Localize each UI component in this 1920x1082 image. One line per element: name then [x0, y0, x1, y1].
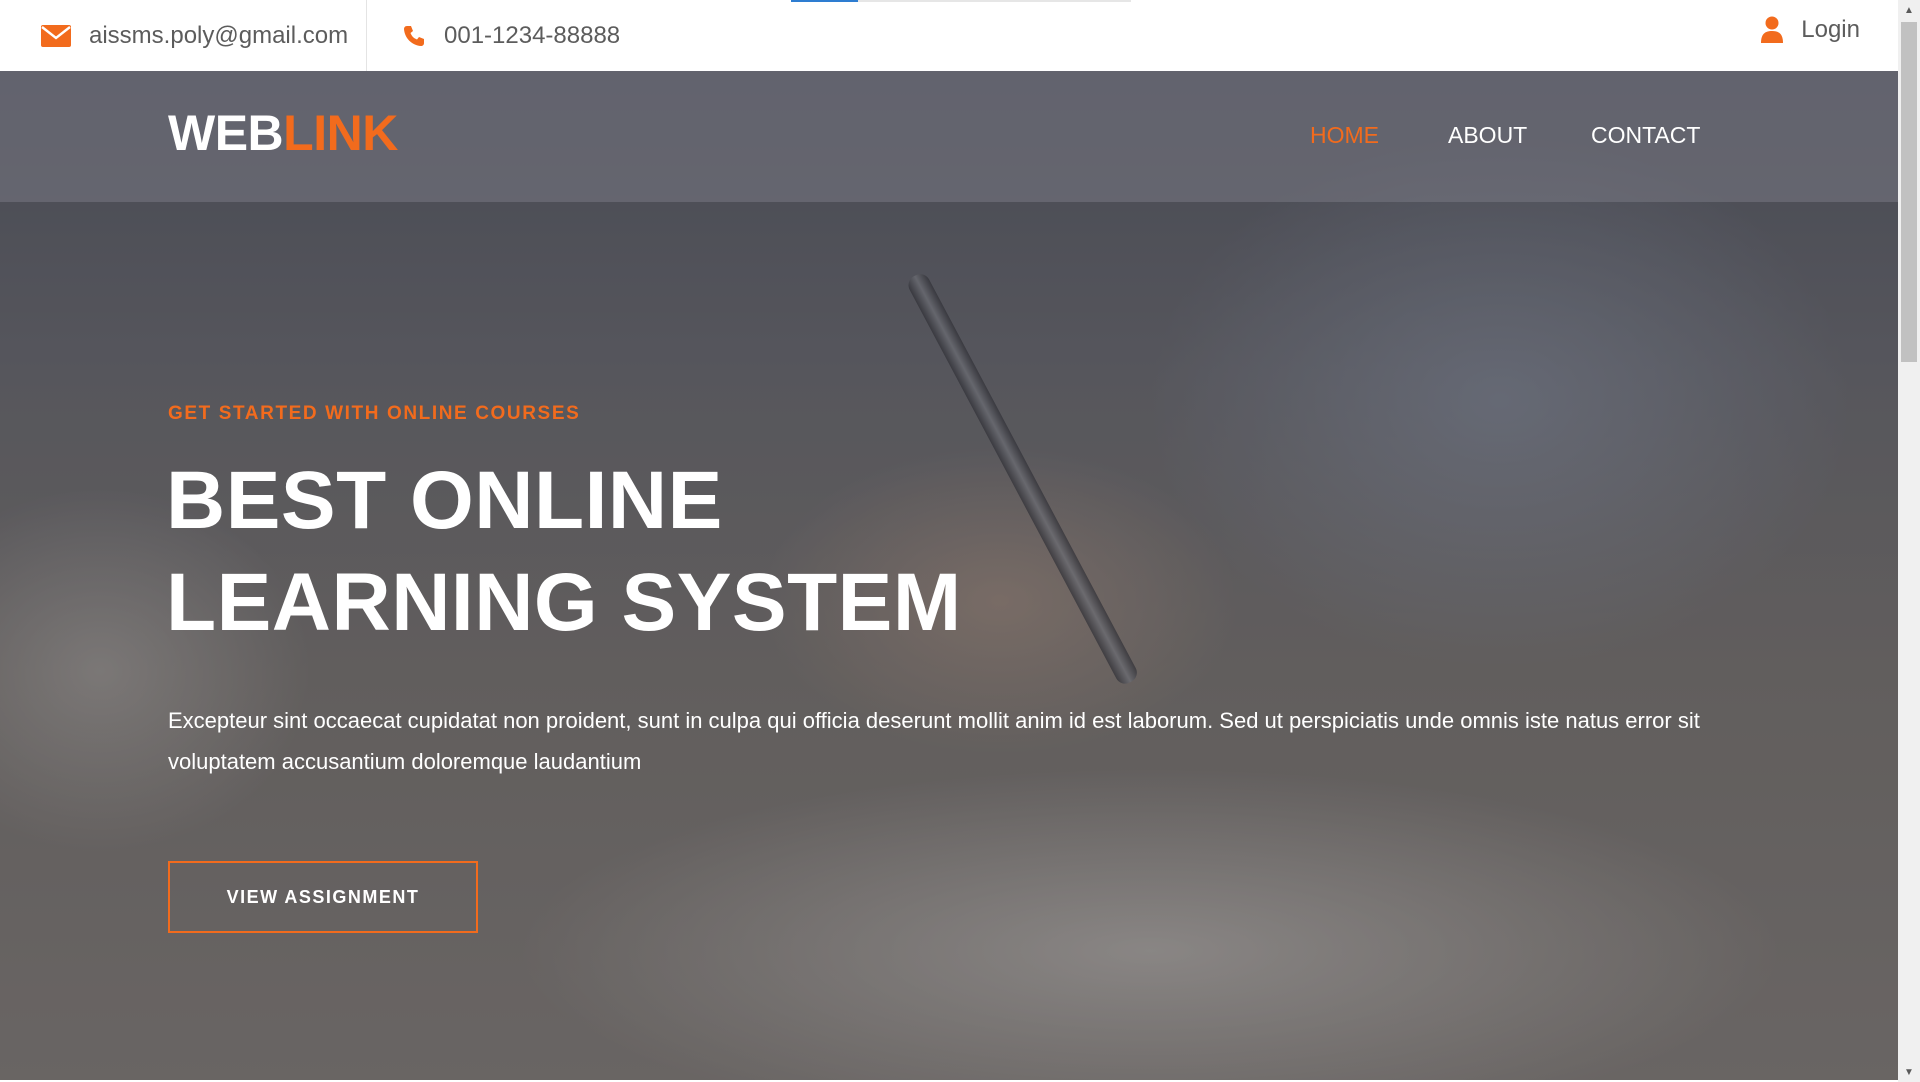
contact-phone[interactable]: 001-1234-88888: [402, 0, 620, 71]
scrollbar-thumb[interactable]: [1901, 22, 1917, 362]
scroll-down-arrow-icon[interactable]: ▼: [1898, 1062, 1920, 1082]
hero-description: Excepteur sint occaecat cupidatat non pr…: [168, 708, 1700, 774]
login-link[interactable]: Login: [1761, 0, 1860, 65]
contact-email-text[interactable]: aissms.poly@gmail.com: [89, 22, 348, 50]
hero-headline-line-2: LEARNING SYSTEM: [166, 557, 962, 648]
nav-home-link[interactable]: HOME: [1310, 122, 1379, 149]
page-load-progress-fill: [791, 0, 858, 2]
nav-about-link[interactable]: ABOUT: [1448, 122, 1527, 149]
scroll-up-arrow-icon[interactable]: ▲: [1898, 0, 1920, 20]
contact-phone-text[interactable]: 001-1234-88888: [444, 22, 620, 50]
view-assignment-button[interactable]: VIEW ASSIGNMENT: [168, 861, 478, 933]
phone-icon: [404, 25, 424, 46]
contact-email[interactable]: aissms.poly@gmail.com: [41, 0, 348, 71]
envelope-icon: [41, 24, 71, 47]
top-info-bar: aissms.poly@gmail.com 001-1234-88888 Log…: [0, 0, 1898, 71]
user-icon: [1761, 16, 1784, 43]
site-logo[interactable]: WEBLINK: [168, 104, 398, 162]
logo-part-link[interactable]: LINK: [283, 105, 398, 161]
logo-part-web[interactable]: WEB: [168, 105, 284, 161]
hero-headline: BEST ONLINE LEARNING SYSTEM: [166, 450, 962, 654]
hero-headline-line-1: BEST ONLINE: [166, 455, 723, 546]
top-bar-divider: [366, 0, 367, 71]
page-scrollbar[interactable]: ▲ ▼: [1898, 0, 1920, 1082]
login-label[interactable]: Login: [1801, 16, 1860, 44]
page-load-progress: [791, 0, 1131, 2]
nav-contact-link[interactable]: CONTACT: [1591, 122, 1700, 149]
hero-kicker: GET STARTED WITH ONLINE COURSES: [168, 403, 581, 424]
